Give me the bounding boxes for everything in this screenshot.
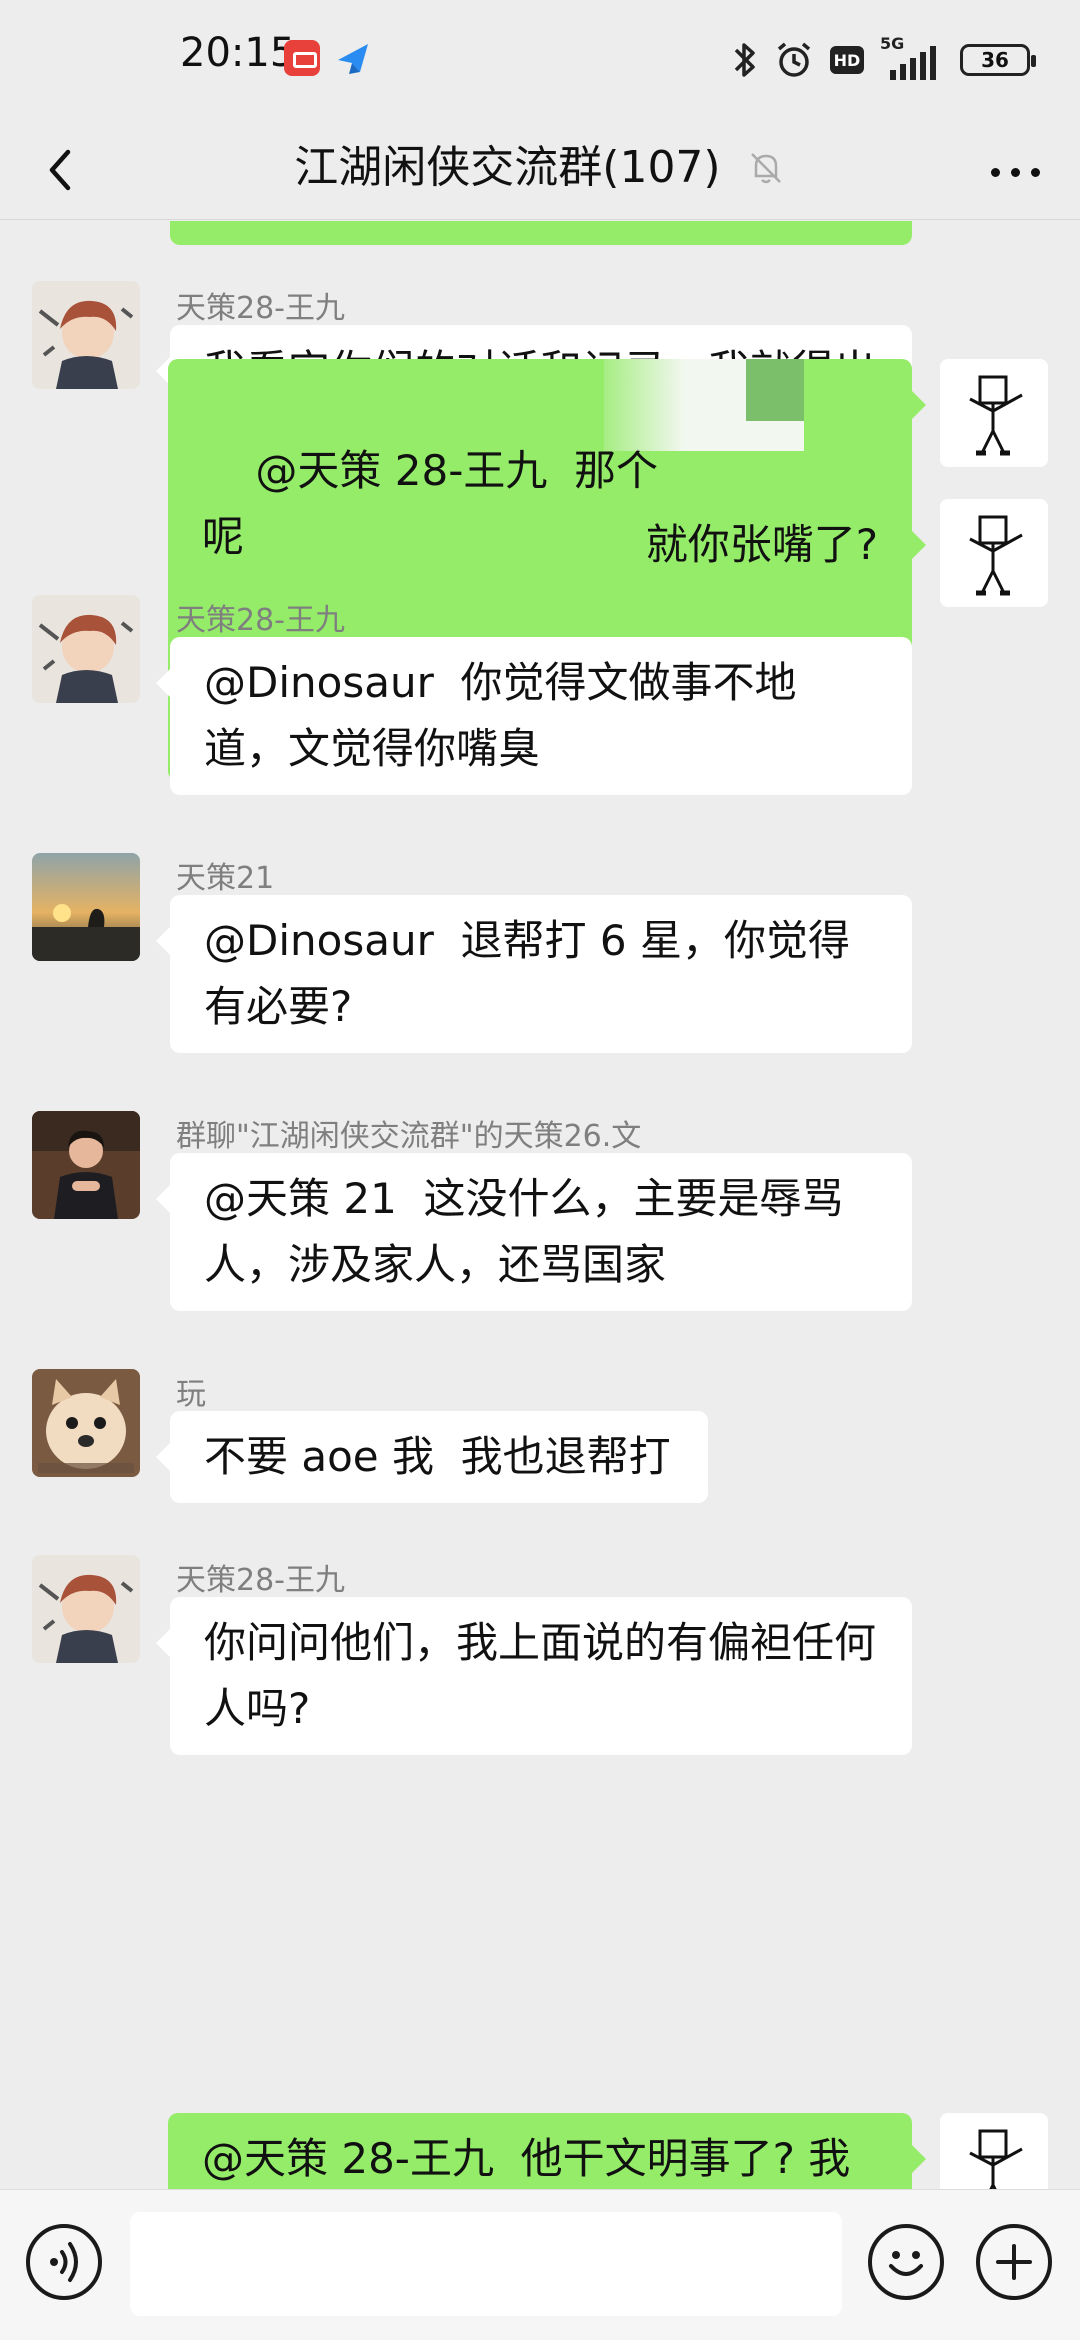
message-input[interactable] (130, 2212, 842, 2316)
avatar-doodle-man[interactable] (940, 359, 1048, 467)
battery-level: 36 (981, 48, 1009, 72)
avatar-sunset[interactable] (32, 853, 140, 961)
avatar-man-photo[interactable] (32, 1111, 140, 1219)
message-bubble-partial[interactable] (170, 221, 912, 245)
status-icons: HD 5G 36 (732, 30, 1036, 90)
input-bar (0, 2189, 1080, 2340)
page-title: 江湖闲侠交流群(107) (294, 142, 721, 193)
avatar-anime-boy[interactable] (32, 1555, 140, 1663)
hd-badge: HD (830, 46, 864, 74)
message-bubble[interactable]: @Dinosaur 退帮打 6 星，你觉得有必要? (156, 895, 912, 1053)
status-time: 20:15 (180, 30, 296, 76)
sender-name: 玩 (176, 1377, 206, 1412)
sender-name: 天策28-王九 (176, 291, 345, 326)
message-bubble[interactable]: 不要 aoe 我 我也退帮打 (156, 1411, 708, 1503)
avatar-shiba-dog[interactable] (32, 1369, 140, 1477)
status-bar: 20:15 HD 5G 36 (0, 0, 1080, 118)
message-bubble[interactable]: @天策 28-王九 他干文明事了? 我 (168, 2113, 926, 2189)
message-bubble[interactable]: 就你张嘴了? (611, 499, 927, 591)
sender-name: 天策28-王九 (176, 603, 345, 638)
sender-name: 天策21 (176, 861, 275, 896)
alarm-icon (777, 42, 811, 77)
avatar-doodle-man[interactable] (940, 2113, 1048, 2189)
mute-bell-icon (750, 153, 781, 184)
sender-name: 天策28-王九 (176, 1563, 345, 1598)
voice-icon[interactable] (26, 2224, 102, 2300)
avatar-anime-boy[interactable] (32, 595, 140, 703)
message-bubble[interactable]: @Dinosaur 你觉得文做事不地道，文觉得你嘴臭 (156, 637, 912, 795)
chat-header: 江湖闲侠交流群(107) (0, 118, 1080, 220)
signal-icon: 5G (880, 34, 944, 80)
battery-icon: 36 (960, 44, 1036, 76)
avatar-anime-boy[interactable] (32, 281, 140, 389)
title-area: 江湖闲侠交流群(107) (0, 130, 1080, 206)
message-list[interactable]: 天策28-王九 我看完你们的对话和记录，我就得出一个结论 @天策 28-王九 那… (0, 221, 1080, 2189)
more-dots-icon[interactable] (980, 142, 1050, 202)
sender-name: 群聊"江湖闲侠交流群"的天策26.文 (176, 1119, 642, 1154)
send-app-icon (338, 44, 368, 74)
bluetooth-icon (734, 43, 755, 77)
message-bubble[interactable]: @天策 21 这没什么，主要是辱骂人，涉及家人，还骂国家 (156, 1153, 912, 1311)
redacted-block (746, 359, 804, 421)
emoji-icon[interactable] (868, 2224, 944, 2300)
message-bubble[interactable]: 你问问他们，我上面说的有偏袒任何人吗? (156, 1597, 912, 1755)
message-text: @天策 28-王九 那个 呢 (202, 446, 659, 561)
notification-app-icon (284, 40, 320, 76)
plus-icon[interactable] (976, 2224, 1052, 2300)
avatar-doodle-man[interactable] (940, 499, 1048, 607)
